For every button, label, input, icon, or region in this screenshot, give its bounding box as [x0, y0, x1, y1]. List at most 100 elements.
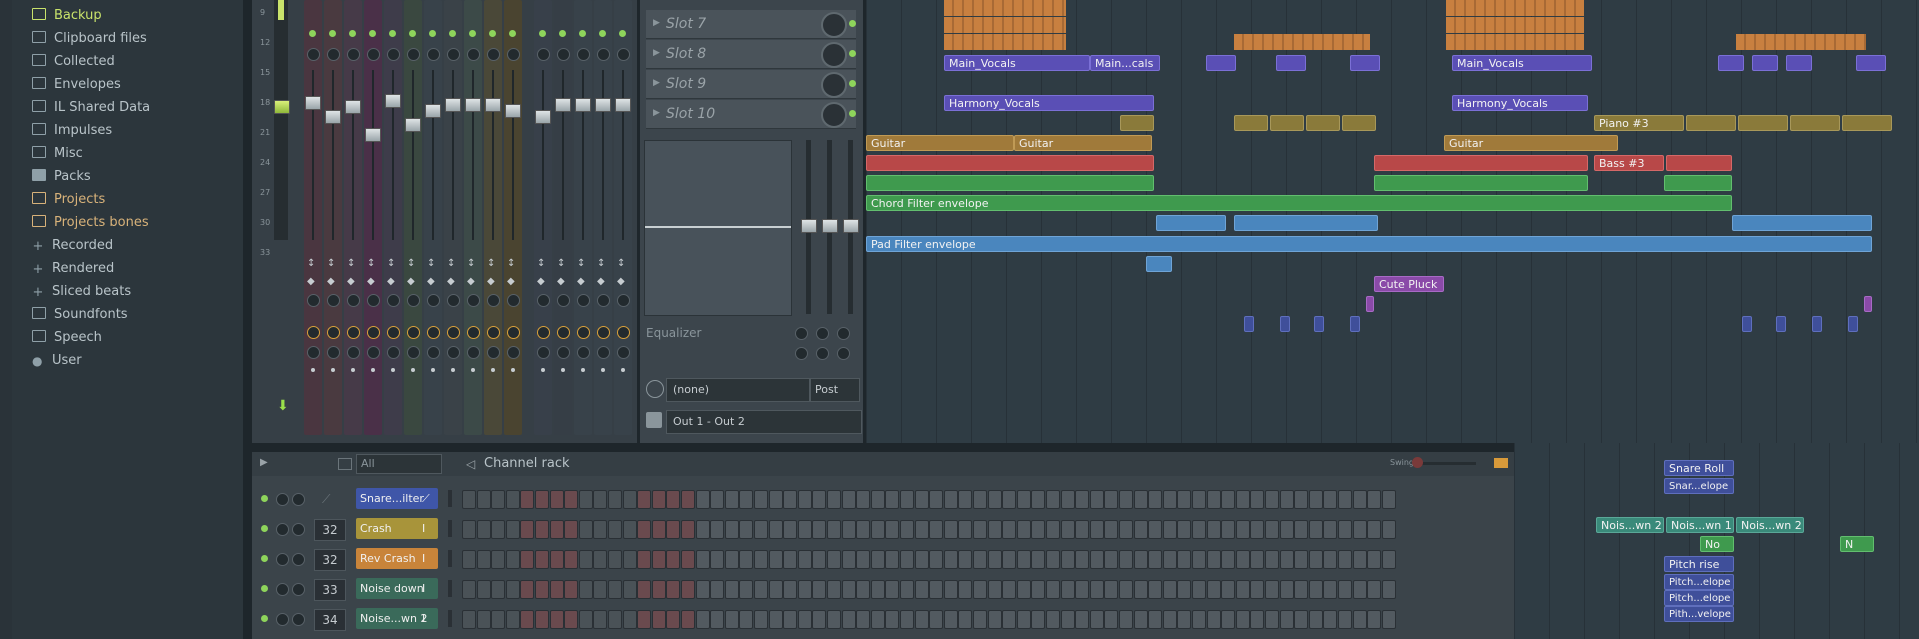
step-button[interactable]	[622, 580, 637, 599]
step-button[interactable]	[1206, 520, 1221, 539]
step-button[interactable]	[549, 610, 564, 629]
step-button[interactable]	[1192, 580, 1206, 599]
step-button[interactable]	[1119, 580, 1133, 599]
mixer-route-dot[interactable]	[311, 368, 315, 372]
step-button[interactable]	[754, 610, 768, 629]
step-button[interactable]	[535, 520, 549, 539]
rack-menu-arrow-icon[interactable]: ▶	[260, 457, 268, 468]
step-button[interactable]	[564, 580, 579, 599]
step-button[interactable]	[608, 610, 622, 629]
step-button[interactable]	[1265, 580, 1279, 599]
step-button[interactable]	[1250, 610, 1265, 629]
step-button[interactable]	[1162, 580, 1177, 599]
mixer-strip[interactable]: ↕ ◆	[594, 0, 612, 435]
mixer-volume-fader[interactable]	[385, 94, 401, 108]
mixer-fx-knob[interactable]	[387, 346, 400, 359]
mixer-route-dot[interactable]	[511, 368, 515, 372]
step-button[interactable]	[1016, 580, 1031, 599]
step-button[interactable]	[695, 610, 710, 629]
mixer-send-knob[interactable]	[327, 326, 340, 339]
clip-noise[interactable]: N	[1840, 536, 1874, 552]
mixer-enable-led[interactable]	[389, 30, 396, 37]
step-button[interactable]	[1221, 550, 1236, 569]
step-button[interactable]	[1104, 580, 1119, 599]
step-button[interactable]	[812, 520, 827, 539]
mixer-enable-led[interactable]	[409, 30, 416, 37]
step-button[interactable]	[958, 610, 973, 629]
stereo-separation-icon[interactable]: ◆	[407, 276, 415, 287]
slot-enable-led[interactable]	[849, 20, 856, 27]
step-button[interactable]	[1133, 580, 1148, 599]
mixer-enable-led[interactable]	[469, 30, 476, 37]
step-button[interactable]	[1177, 520, 1192, 539]
mixer-record-knob[interactable]	[597, 294, 610, 307]
mixer-fx-knob[interactable]	[537, 346, 550, 359]
mixer-enable-led[interactable]	[369, 30, 376, 37]
step-button[interactable]	[987, 610, 1002, 629]
step-button[interactable]	[1381, 520, 1396, 539]
mixer-route-dot[interactable]	[391, 368, 395, 372]
step-button[interactable]	[1308, 490, 1323, 509]
step-button[interactable]	[505, 580, 520, 599]
mixer-strip[interactable]: ↕ ◆	[444, 0, 462, 435]
step-button[interactable]	[914, 490, 929, 509]
step-button[interactable]	[608, 490, 622, 509]
step-button[interactable]	[681, 580, 695, 599]
mixer-record-knob[interactable]	[577, 294, 590, 307]
step-button[interactable]	[505, 490, 520, 509]
step-button[interactable]	[1206, 610, 1221, 629]
mixer-fx-knob[interactable]	[577, 346, 590, 359]
mixer-volume-fader[interactable]	[485, 98, 501, 112]
step-button[interactable]	[812, 610, 827, 629]
step-button[interactable]	[929, 550, 944, 569]
step-button[interactable]	[1148, 550, 1163, 569]
channel-pan-knob[interactable]	[276, 523, 289, 536]
eq-graph[interactable]	[644, 140, 792, 316]
clip-piano[interactable]	[1270, 115, 1304, 131]
step-button[interactable]	[491, 550, 506, 569]
mixer-fx-knob[interactable]	[427, 346, 440, 359]
step-button[interactable]	[724, 580, 739, 599]
step-button[interactable]	[783, 610, 798, 629]
step-button[interactable]	[1279, 520, 1294, 539]
stereo-swap-icon[interactable]: ↕	[347, 258, 355, 269]
step-button[interactable]	[1060, 520, 1075, 539]
stereo-swap-icon[interactable]: ↕	[597, 258, 605, 269]
mixer-record-knob[interactable]	[307, 294, 320, 307]
step-button[interactable]	[870, 490, 885, 509]
step-button[interactable]	[797, 550, 812, 569]
step-button[interactable]	[973, 490, 987, 509]
step-button[interactable]	[578, 490, 593, 509]
stereo-separation-icon[interactable]: ◆	[427, 276, 435, 287]
step-button[interactable]	[1162, 610, 1177, 629]
step-button[interactable]	[1046, 520, 1060, 539]
mixer-pan-knob[interactable]	[327, 48, 340, 61]
clip-marker[interactable]	[1864, 296, 1872, 312]
step-button[interactable]	[1294, 580, 1309, 599]
step-button[interactable]	[666, 550, 681, 569]
step-button[interactable]	[1104, 520, 1119, 539]
step-button[interactable]	[812, 580, 827, 599]
step-button[interactable]	[462, 490, 476, 509]
clip-chord-filter-envelope[interactable]: Chord Filter envelope	[866, 195, 1732, 211]
slot-expand-icon[interactable]: ▶	[653, 108, 660, 118]
step-button[interactable]	[593, 550, 608, 569]
step-button[interactable]	[1104, 550, 1119, 569]
step-button[interactable]	[535, 550, 549, 569]
step-button[interactable]	[856, 580, 871, 599]
mixer-route-dot[interactable]	[371, 368, 375, 372]
step-button[interactable]	[637, 580, 652, 599]
step-button[interactable]	[1367, 580, 1382, 599]
mixer-pan-knob[interactable]	[467, 48, 480, 61]
step-button[interactable]	[710, 580, 725, 599]
step-button[interactable]	[666, 490, 681, 509]
browser-item-il-shared-data[interactable]: IL Shared Data	[32, 98, 150, 118]
stereo-swap-icon[interactable]: ↕	[447, 258, 455, 269]
step-button[interactable]	[1250, 550, 1265, 569]
eq-high-knob[interactable]	[837, 327, 850, 340]
clip-bass-3[interactable]: Bass #3	[1594, 155, 1664, 171]
step-button[interactable]	[1381, 610, 1396, 629]
mixer-volume-fader[interactable]	[325, 110, 341, 124]
step-button[interactable]	[1235, 520, 1250, 539]
mixer-strip[interactable]: ↕ ◆	[384, 0, 402, 435]
